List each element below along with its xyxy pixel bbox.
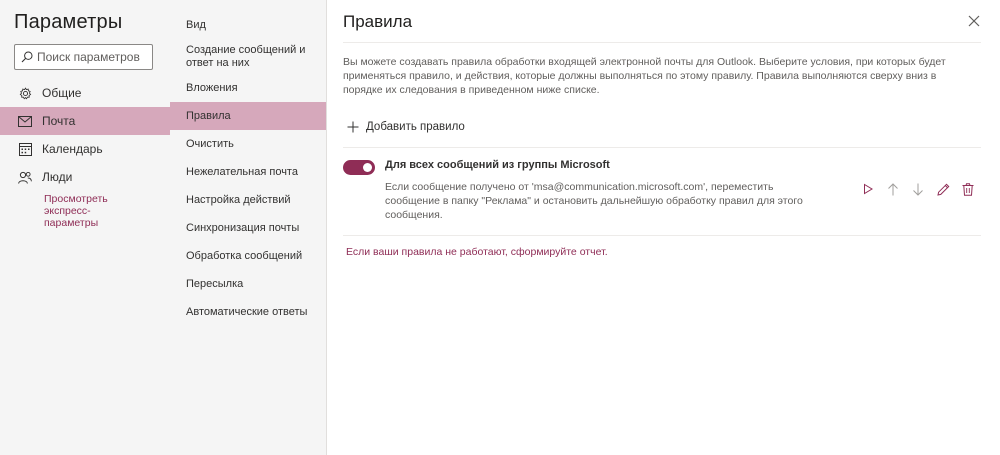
rules-panel: Правила Вы можете создавать правила обра… [327, 0, 1000, 455]
category-general[interactable]: Общие [0, 79, 170, 107]
category-calendar[interactable]: Календарь [0, 135, 170, 163]
rule-description: Если сообщение получено от 'msa@communic… [385, 181, 803, 221]
settings-title: Параметры [14, 11, 123, 33]
close-icon[interactable] [966, 13, 982, 29]
divider [343, 42, 981, 43]
mail-icon [18, 114, 32, 128]
subnav-item-rules[interactable]: Правила [170, 102, 326, 130]
category-label: Общие [42, 86, 82, 100]
search-input[interactable] [37, 50, 147, 64]
move-down-icon[interactable] [911, 182, 925, 196]
rules-description: Вы можете создавать правила обработки вх… [343, 56, 946, 96]
rule-enabled-toggle[interactable] [343, 160, 375, 175]
subnav-item-forwarding[interactable]: Пересылка [170, 276, 326, 293]
subnav-item-junk[interactable]: Нежелательная почта [170, 164, 326, 181]
subnav-item-message-handling[interactable]: Обработка сообщений [170, 248, 326, 265]
run-icon[interactable] [861, 182, 875, 196]
divider [343, 235, 981, 236]
report-link[interactable]: Если ваши правила не работают, сформируй… [346, 246, 608, 258]
category-label: Почта [42, 114, 76, 128]
search-icon [21, 51, 33, 63]
settings-categories-pane: Параметры Общие Почта [0, 0, 170, 455]
category-people[interactable]: Люди [0, 163, 170, 191]
gear-icon [18, 86, 32, 100]
divider [343, 147, 981, 148]
edit-icon[interactable] [936, 182, 950, 196]
subnav-item-view[interactable]: Вид [170, 17, 326, 34]
delete-icon[interactable] [961, 182, 975, 196]
search-box[interactable] [14, 44, 153, 70]
category-label: Люди [42, 170, 73, 184]
subnav-item-attachments[interactable]: Вложения [170, 80, 326, 97]
people-icon [18, 170, 32, 184]
rule-name: Для всех сообщений из группы Microsoft [385, 159, 610, 171]
rule-actions [861, 182, 986, 196]
subnav-item-sync[interactable]: Синхронизация почты [170, 220, 326, 237]
category-mail[interactable]: Почта [0, 107, 170, 135]
move-up-icon[interactable] [886, 182, 900, 196]
express-settings-link[interactable]: Просмотреть экспресс-параметры [44, 193, 134, 229]
category-label: Календарь [42, 142, 103, 156]
mail-subsettings-pane: Вид Создание сообщений и ответ на них Вл… [170, 0, 327, 455]
subnav-item-sweep[interactable]: Очистить [170, 136, 326, 153]
calendar-icon [18, 142, 32, 156]
plus-icon [347, 121, 359, 133]
toggle-knob [363, 163, 372, 172]
add-rule-label: Добавить правило [366, 121, 465, 133]
add-rule-button[interactable]: Добавить правило [347, 121, 465, 133]
panel-title: Правила [343, 12, 413, 31]
subnav-item-compose[interactable]: Создание сообщений и ответ на них [170, 43, 326, 71]
subnav-item-actions[interactable]: Настройка действий [170, 192, 326, 209]
subnav-item-auto-replies[interactable]: Автоматические ответы [170, 304, 326, 321]
